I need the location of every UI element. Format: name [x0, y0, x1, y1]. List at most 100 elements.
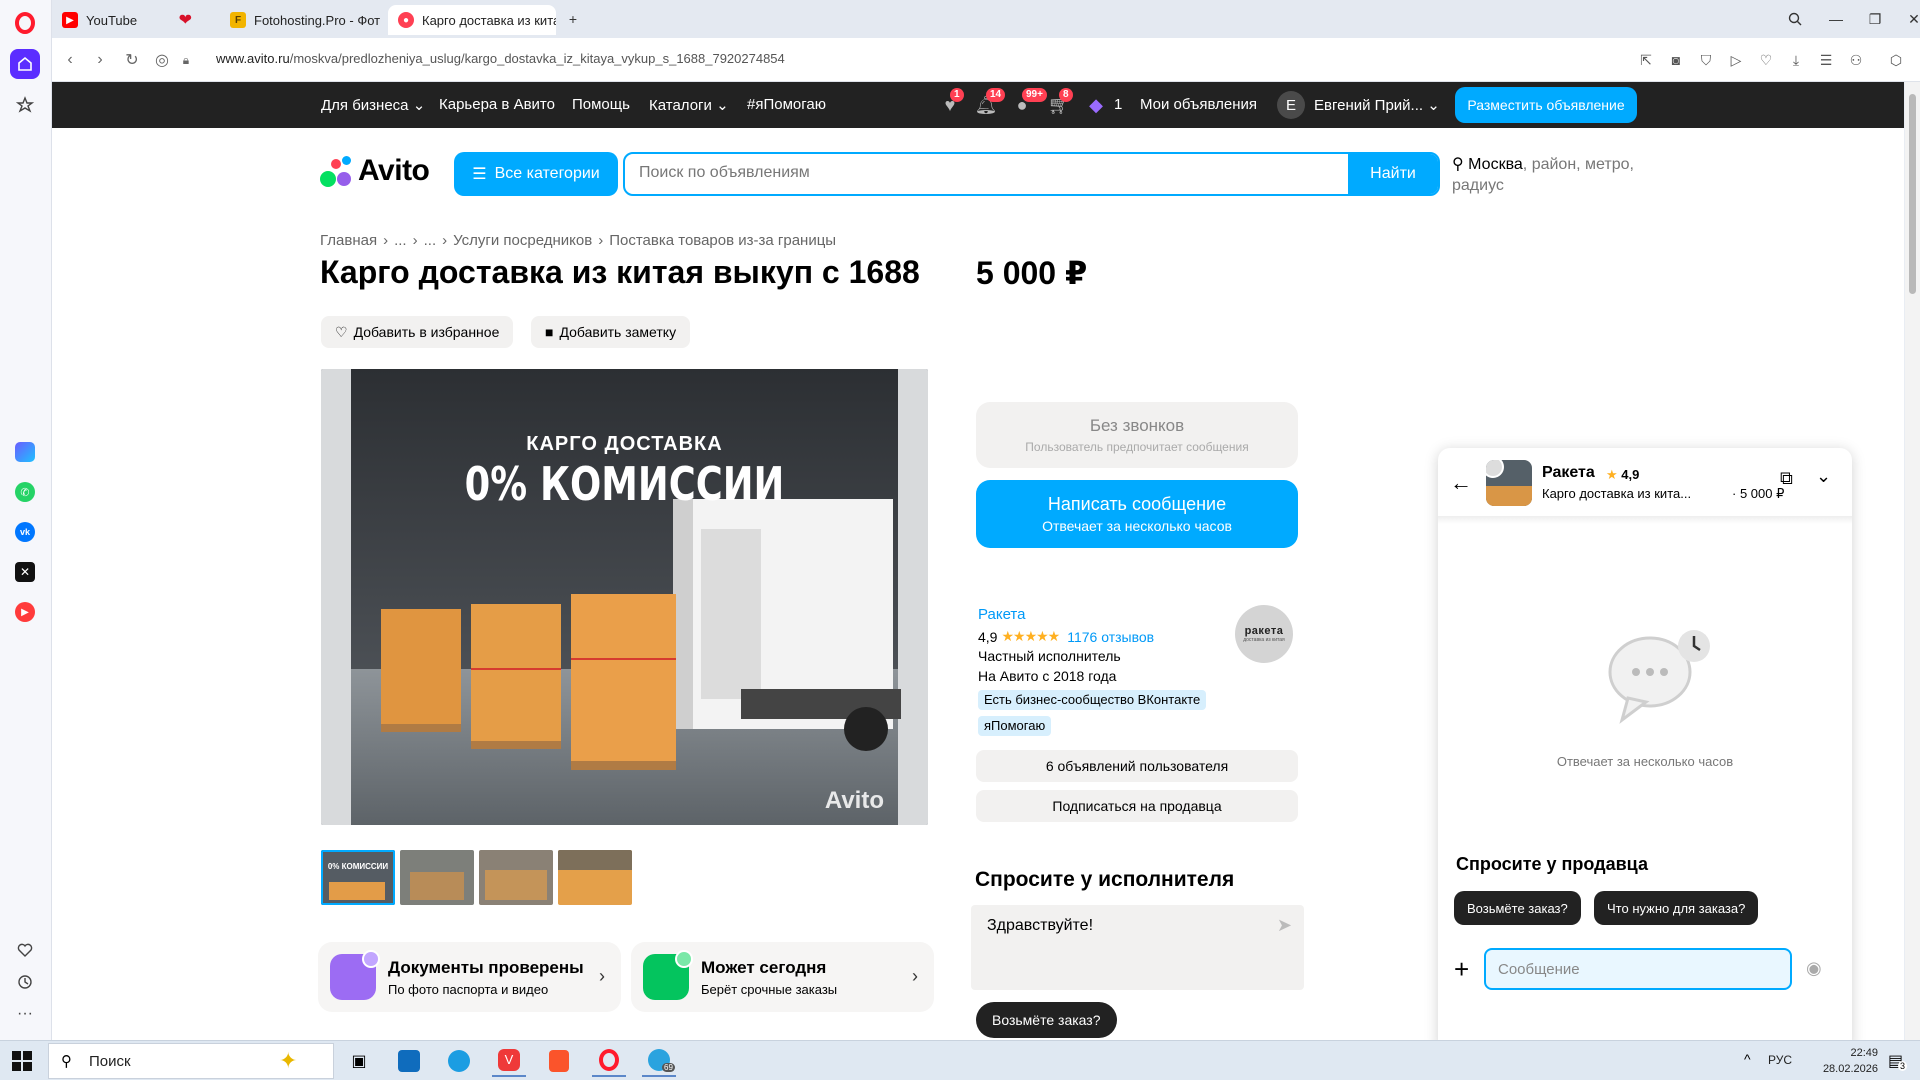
tab-fotohosting[interactable]: F Fotohosting.Pro - Фотох — [220, 5, 380, 35]
vk-community-tag[interactable]: Есть бизнес-сообщество ВКонтакте — [978, 690, 1207, 710]
photo-thumbnail[interactable] — [558, 850, 632, 905]
chat-message-input[interactable] — [1484, 948, 1792, 990]
user-avatar[interactable]: Е — [1277, 91, 1305, 119]
crumb-import[interactable]: Поставка товаров из-за границы — [609, 232, 836, 249]
cart-icon[interactable]: 🛒︎ 8 — [1047, 88, 1073, 116]
vivaldi-icon[interactable]: V — [492, 1045, 526, 1077]
tab-youtube[interactable]: ▶ YouTube ❤ — [52, 5, 202, 35]
avito-logo[interactable]: Avito — [320, 154, 430, 188]
forward-icon[interactable]: › — [90, 50, 110, 70]
download-icon[interactable]: ⤓ — [1786, 50, 1806, 70]
clock[interactable]: 22:49 28.02.2026 — [1808, 1045, 1878, 1077]
post-ad-button[interactable]: Разместить объявление — [1455, 87, 1637, 123]
location-pin-icon[interactable]: ◎ — [152, 50, 172, 70]
home-icon[interactable] — [10, 49, 40, 79]
main-photo[interactable]: КАРГО ДОСТАВКА 0% КОМИССИИ Avito — [321, 369, 928, 825]
nav-help[interactable]: Помощь — [572, 96, 630, 113]
tab-search-icon[interactable] — [1784, 8, 1806, 30]
new-tab-icon[interactable]: + — [562, 8, 584, 30]
add-favorite-button[interactable]: ♡ Добавить в избранное — [321, 316, 514, 348]
chevron-down-icon[interactable]: ⌄ — [1816, 466, 1831, 487]
opera-taskbar-icon[interactable] — [592, 1045, 626, 1077]
photo-thumbnail[interactable]: 0% КОМИССИИ — [321, 850, 395, 905]
edge-icon[interactable] — [442, 1045, 476, 1077]
url-field[interactable]: www.avito.ru/moskva/predlozheniya_uslug/… — [216, 51, 785, 66]
easy-setup-icon[interactable]: ☰ — [1816, 50, 1836, 70]
bookmark-heart-icon[interactable]: ♡ — [1756, 50, 1776, 70]
vk-icon[interactable]: vk — [10, 517, 40, 547]
no-calls-button[interactable]: Без звонков Пользователь предпочитает со… — [976, 402, 1298, 468]
seller-avatar[interactable]: ракета доставка из китая — [1235, 605, 1293, 663]
seller-name-link[interactable]: Ракета — [978, 606, 1025, 623]
heart-icon[interactable] — [10, 935, 40, 965]
arrow-left-icon[interactable]: ← — [1450, 470, 1472, 496]
favorites-heart-icon[interactable]: ♥ 1 — [938, 88, 964, 116]
all-seller-ads-button[interactable]: 6 объявлений пользователя — [976, 750, 1298, 782]
share-icon[interactable]: ⇱ — [1636, 50, 1656, 70]
taskbar-search[interactable]: ⚲ Поиск ✦ — [48, 1043, 334, 1079]
windows-start-icon[interactable] — [12, 1051, 32, 1071]
more-icon[interactable]: ··· — [10, 999, 40, 1029]
crumb-home[interactable]: Главная — [320, 232, 377, 249]
location-selector[interactable]: ⚲ Москва, район, метро, радиус — [1452, 154, 1652, 196]
camera-icon[interactable]: ◉ — [1806, 958, 1822, 979]
nav-career[interactable]: Карьера в Авито — [439, 96, 555, 113]
subscribe-seller-button[interactable]: Подписаться на продавца — [976, 790, 1298, 822]
task-view-icon[interactable]: ▣ — [342, 1045, 376, 1077]
quick-question-chip[interactable]: Возьмёте заказ? — [976, 1002, 1117, 1038]
all-categories-button[interactable]: ☰ Все категории — [454, 152, 618, 196]
close-window-icon[interactable]: ✕ — [1903, 8, 1920, 30]
ya-pomogayu-tag[interactable]: яПомогаю — [978, 716, 1052, 736]
attach-plus-icon[interactable]: + — [1454, 954, 1469, 985]
search-input[interactable] — [639, 164, 1199, 182]
snapshot-icon[interactable]: ◙ — [1666, 50, 1686, 70]
bonus-icon[interactable]: ◆ — [1084, 94, 1108, 116]
history-icon[interactable] — [10, 967, 40, 997]
brave-icon[interactable] — [542, 1045, 576, 1077]
tab-avito[interactable]: ● Карго доставка из китая — [388, 5, 556, 35]
back-icon[interactable]: ‹ — [60, 50, 80, 70]
language-indicator[interactable]: РУС — [1768, 1053, 1792, 1067]
crumb-ellipsis[interactable]: ... — [394, 232, 407, 249]
opera-menu-icon[interactable] — [10, 8, 40, 38]
whatsapp-icon[interactable]: ✆ — [10, 477, 40, 507]
player-icon[interactable]: ▷ — [1726, 50, 1746, 70]
adblock-icon[interactable]: ⛉ — [1696, 50, 1716, 70]
photo-thumbnail[interactable] — [479, 850, 553, 905]
chat-quick-chip[interactable]: Что нужно для заказа? — [1594, 891, 1759, 925]
nav-catalogs[interactable]: Каталоги ⌄ — [649, 96, 729, 114]
music-player-icon[interactable]: ▶ — [10, 597, 40, 627]
minimize-icon[interactable]: — — [1825, 8, 1847, 30]
reload-icon[interactable]: ↻ — [122, 50, 142, 70]
feature-documents-verified[interactable]: Документы проверены По фото паспорта и в… — [318, 942, 621, 1012]
lock-icon[interactable]: 🔒︎ — [176, 50, 196, 70]
tray-chevron-up-icon[interactable]: ^ — [1744, 1051, 1751, 1067]
ask-message-field[interactable]: Здравствуйте! ➤ — [971, 905, 1304, 990]
page-scrollbar[interactable] — [1905, 82, 1920, 1040]
extension-cube-icon[interactable]: ⬡ — [1886, 50, 1906, 70]
photo-thumbnail[interactable] — [400, 850, 474, 905]
nav-ya-pomogayu[interactable]: #яПомогаю — [747, 96, 826, 113]
open-external-icon[interactable]: ⧉ — [1780, 468, 1793, 489]
profile-icon[interactable]: ⚇ — [1846, 50, 1866, 70]
reviews-link[interactable]: 1176 отзывов — [1067, 629, 1154, 645]
my-ads-link[interactable]: Мои объявления — [1140, 96, 1257, 113]
outlook-icon[interactable] — [392, 1045, 426, 1077]
notifications-icon[interactable]: ▤ 3 — [1888, 1051, 1908, 1071]
telegram-icon[interactable]: 69 — [642, 1045, 676, 1077]
pinboard-icon[interactable] — [10, 90, 40, 120]
feature-can-today[interactable]: Может сегодня Берёт срочные заказы › — [631, 942, 934, 1012]
nav-business[interactable]: Для бизнеса ⌄ — [321, 96, 425, 114]
x-twitter-icon[interactable]: ✕ — [10, 557, 40, 587]
user-menu[interactable]: Евгений Прий... ⌄ — [1314, 96, 1440, 114]
add-note-button[interactable]: ■ Добавить заметку — [531, 316, 691, 348]
find-button[interactable]: Найти — [1348, 154, 1438, 194]
restore-icon[interactable]: ❐ — [1864, 8, 1886, 30]
send-icon[interactable]: ➤ — [1277, 915, 1292, 936]
chat-quick-chip[interactable]: Возьмёте заказ? — [1454, 891, 1581, 925]
notifications-bell-icon[interactable]: 🔔︎ 14 — [974, 88, 1006, 116]
messages-icon[interactable]: ● 99+ — [1010, 88, 1047, 116]
aria-icon[interactable] — [10, 437, 40, 467]
crumb-ellipsis[interactable]: ... — [424, 232, 437, 249]
write-message-button[interactable]: Написать сообщение Отвечает за несколько… — [976, 480, 1298, 548]
